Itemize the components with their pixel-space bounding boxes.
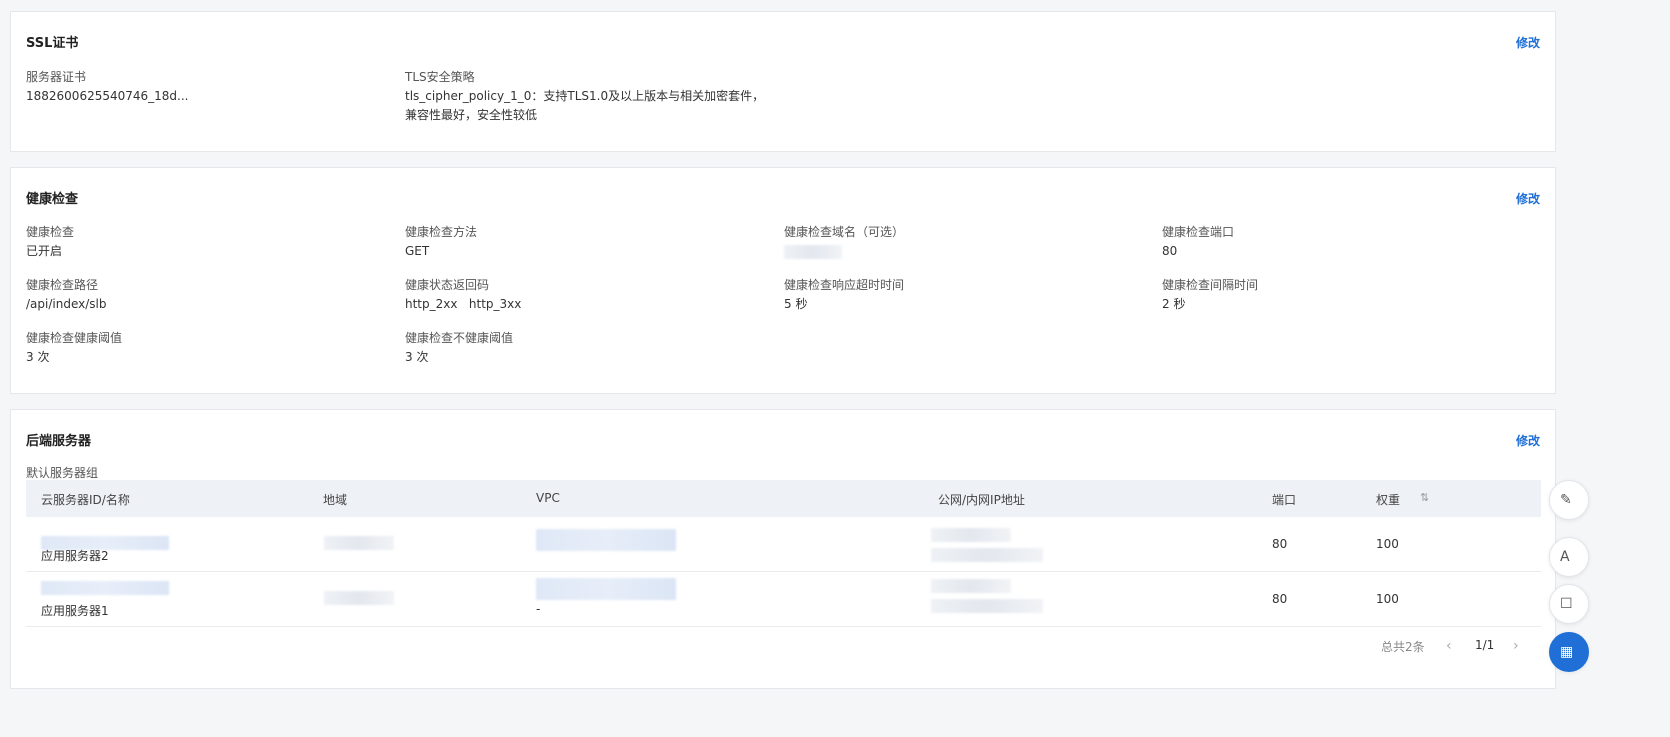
health-timeout-value: 5 秒 (784, 297, 808, 311)
ssl-card: SSL证书 修改 服务器证书 1882600625540746_18d... T… (10, 11, 1556, 152)
apps-icon[interactable]: ▦ (1549, 632, 1589, 672)
health-path-value: /api/index/slb (26, 297, 107, 311)
health-title: 健康检查 (26, 192, 79, 207)
health-port-value: 80 (1162, 244, 1178, 258)
health-timeout-label: 健康检查响应超时时间 (784, 278, 905, 292)
weight-value: 100 (1376, 592, 1399, 606)
unhealthy-threshold-field: 健康检查不健康阈值 3 次 (405, 329, 775, 367)
col-weight: 权重 (1376, 493, 1401, 507)
ssl-title: SSL证书 (26, 36, 79, 51)
health-method-field: 健康检查方法 GET (405, 223, 775, 261)
health-timeout-field: 健康检查响应超时时间 5 秒 (784, 276, 1154, 314)
health-domain-label: 健康检查域名（可选） (784, 225, 905, 239)
health-path-field: 健康检查路径 /api/index/slb (26, 276, 396, 314)
backend-edit-link[interactable]: 修改 (1516, 432, 1540, 449)
table-header: 云服务器ID/名称 地域 VPC 公网/内网IP地址 端口 权重 ⇅ (26, 480, 1541, 517)
tls-policy-value: tls_cipher_policy_1_0：支持TLS1.0及以上版本与相关加密… (405, 89, 765, 122)
health-card: 健康检查 修改 健康检查 已开启 健康检查方法 GET 健康检查域名（可选） 健… (10, 167, 1556, 394)
ip-masked (931, 527, 1043, 562)
port-value: 80 (1272, 537, 1288, 551)
server-name[interactable]: 应用服务器2 (41, 547, 109, 564)
healthy-threshold-field: 健康检查健康阈值 3 次 (26, 329, 396, 367)
page-indicator: 1/1 (1475, 638, 1495, 652)
health-method-value: GET (405, 244, 430, 258)
healthy-threshold-value: 3 次 (26, 350, 50, 364)
port-value: 80 (1272, 592, 1288, 606)
health-port-label: 健康检查端口 (1162, 225, 1235, 239)
backend-table: 云服务器ID/名称 地域 VPC 公网/内网IP地址 端口 权重 ⇅ 应用服务器… (26, 480, 1541, 627)
health-edit-link[interactable]: 修改 (1516, 190, 1540, 207)
health-check-label: 健康检查 (26, 225, 75, 239)
vpc-masked (536, 578, 676, 600)
health-code-label: 健康状态返回码 (405, 278, 490, 292)
col-ip: 公网/内网IP地址 (938, 493, 1025, 507)
health-interval-value: 2 秒 (1162, 297, 1186, 311)
tls-policy-label: TLS安全策略 (405, 70, 475, 84)
chevron-left-icon[interactable]: ‹ (1446, 638, 1452, 654)
region-masked (324, 535, 394, 550)
backend-card: 后端服务器 修改 默认服务器组 云服务器ID/名称 地域 VPC 公网/内网IP… (10, 409, 1556, 689)
ssl-edit-link[interactable]: 修改 (1516, 34, 1540, 51)
chevron-right-icon[interactable]: › (1513, 638, 1519, 654)
health-code-field: 健康状态返回码 http_2xx http_3xx (405, 276, 775, 314)
col-region: 地域 (323, 493, 348, 507)
health-interval-label: 健康检查间隔时间 (1162, 278, 1259, 292)
feedback-icon[interactable]: ☐ (1549, 584, 1589, 624)
health-method-label: 健康检查方法 (405, 225, 478, 239)
unhealthy-threshold-label: 健康检查不健康阈值 (405, 331, 514, 345)
tls-policy-field: TLS安全策略 tls_cipher_policy_1_0：支持TLS1.0及以… (405, 68, 775, 125)
health-port-field: 健康检查端口 80 (1162, 223, 1532, 261)
health-code-value: http_2xx http_3xx (405, 297, 522, 311)
weight-value: 100 (1376, 537, 1399, 551)
font-icon[interactable]: A (1549, 537, 1589, 577)
health-check-value: 已开启 (26, 244, 63, 258)
health-domain-field: 健康检查域名（可选） (784, 223, 1154, 261)
healthy-threshold-label: 健康检查健康阈值 (26, 331, 123, 345)
server-id-masked (41, 580, 169, 595)
backend-title: 后端服务器 (26, 434, 92, 449)
unhealthy-threshold-value: 3 次 (405, 350, 429, 364)
server-cert-value: 1882600625540746_18d... (26, 89, 189, 103)
health-path-label: 健康检查路径 (26, 278, 99, 292)
edit-icon[interactable]: ✎ (1549, 480, 1589, 520)
col-server-id: 云服务器ID/名称 (41, 493, 130, 507)
ip-masked (931, 578, 1043, 613)
health-domain-value (784, 242, 1154, 261)
server-cert-label: 服务器证书 (26, 70, 87, 84)
vpc-extra: - (536, 602, 541, 616)
server-group-label: 默认服务器组 (26, 466, 99, 480)
vpc-masked (536, 529, 676, 551)
health-field: 健康检查 已开启 (26, 223, 396, 261)
col-vpc: VPC (536, 491, 560, 505)
pagination: 总共2条 ‹ 1/1 › (1381, 638, 1541, 658)
col-port: 端口 (1272, 493, 1297, 507)
table-row[interactable]: 应用服务器2 80 100 (26, 517, 1541, 572)
sort-icon[interactable]: ⇅ (1420, 491, 1429, 504)
health-interval-field: 健康检查间隔时间 2 秒 (1162, 276, 1532, 314)
table-row[interactable]: 应用服务器1 - 80 100 (26, 572, 1541, 627)
region-masked (324, 590, 394, 605)
total-count: 总共2条 (1381, 640, 1425, 654)
server-name[interactable]: 应用服务器1 (41, 602, 109, 619)
server-cert-field: 服务器证书 1882600625540746_18d... (26, 68, 396, 106)
